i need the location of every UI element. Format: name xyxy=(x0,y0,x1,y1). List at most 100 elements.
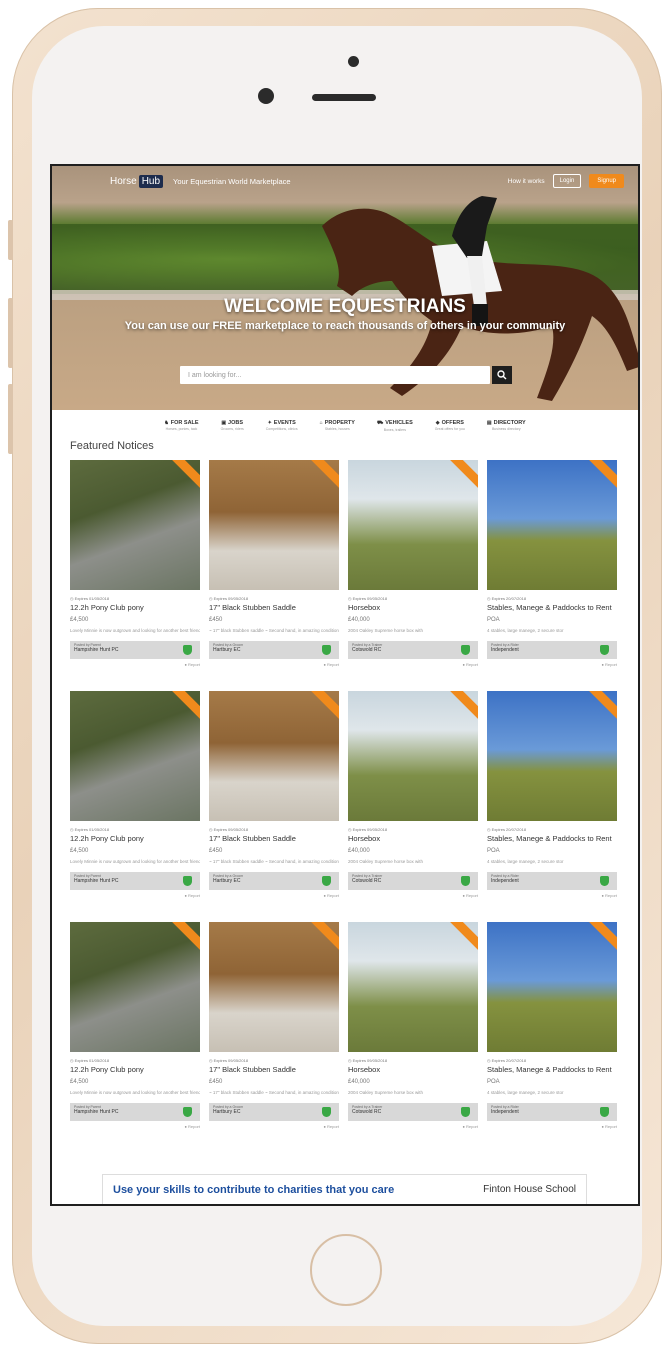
poster-info: Posted by a Trainer Cotswold RC xyxy=(348,641,478,659)
site-tagline: Your Equestrian World Marketplace xyxy=(173,176,291,186)
poster-info: Posted by a Trainer Cotswold RC xyxy=(348,872,478,890)
notice-price: POA xyxy=(487,848,500,854)
hero-subtitle: You can use our FREE marketplace to reac… xyxy=(124,320,566,332)
report-link[interactable]: ● Report xyxy=(209,662,339,667)
report-link[interactable]: ● Report xyxy=(348,893,478,898)
notice-title[interactable]: Stables, Manege & Paddocks to Rent xyxy=(487,1065,617,1074)
category-offers[interactable]: ◆ OFFERS Great offers for you xyxy=(435,420,465,432)
search-button[interactable] xyxy=(492,366,512,384)
verified-shield-icon xyxy=(600,876,609,886)
category-subtitle: Boxes, trailers xyxy=(383,428,406,432)
notice-image[interactable] xyxy=(70,691,200,821)
category-subtitle: Great offers for you xyxy=(434,427,465,431)
notice-image[interactable] xyxy=(487,922,617,1052)
site-logo[interactable]: Horse Hub xyxy=(110,174,164,188)
notice-card[interactable]: ◷ Expires 09/05/2018 Horsebox £40,000 2004 … xyxy=(348,460,478,667)
notice-card[interactable]: ◷ Expires 09/05/2018 Horsebox £40,000 2004 … xyxy=(348,691,478,898)
login-button[interactable]: Login xyxy=(552,174,582,188)
notice-title[interactable]: 17" Black Stubben Saddle xyxy=(209,1065,339,1074)
notice-title[interactable]: 17" Black Stubben Saddle xyxy=(209,603,339,612)
notice-expiry: ◷ Expires 20/07/2018 xyxy=(487,1058,527,1063)
notice-card[interactable]: ◷ Expires 20/07/2018 Stables, Manege & Pa… xyxy=(487,460,617,667)
notice-card[interactable]: ◷ Expires 09/05/2018 17" Black Stubben Sa… xyxy=(209,460,339,667)
notice-description: Lovely Minnie is now outgrown and lookin… xyxy=(70,859,200,864)
proximity-sensor xyxy=(348,56,359,67)
report-link[interactable]: ● Report xyxy=(70,1124,200,1129)
notice-expiry: ◷ Expires 09/05/2018 xyxy=(209,827,249,832)
notice-card[interactable]: ◷ Expires 20/07/2018 Stables, Manege & Pa… xyxy=(487,922,617,1129)
category-property[interactable]: ⌂ PROPERTY Stables, houses xyxy=(320,420,355,432)
report-link[interactable]: ● Report xyxy=(70,662,200,667)
notice-image[interactable] xyxy=(70,460,200,590)
report-link[interactable]: ● Report xyxy=(487,662,617,667)
verified-shield-icon xyxy=(183,876,192,886)
report-link[interactable]: ● Report xyxy=(487,893,617,898)
notice-card[interactable]: ◷ Expires 01/05/2018 12.2h Pony Club pony… xyxy=(70,691,200,898)
notice-image[interactable] xyxy=(487,691,617,821)
featured-ribbon xyxy=(307,691,339,723)
poster-info: Posted by a Groom Hartbury EC xyxy=(209,1103,339,1121)
report-link[interactable]: ● Report xyxy=(487,1124,617,1129)
category-label: ♞ FOR SALE xyxy=(164,420,199,426)
report-link[interactable]: ● Report xyxy=(348,662,478,667)
category-for-sale[interactable]: ♞ FOR SALE Horses, ponies, tack xyxy=(164,420,198,432)
notice-image[interactable] xyxy=(348,691,478,821)
notice-description: 2004 Oakley Supreme horse box with xyxy=(348,1090,424,1095)
front-camera xyxy=(258,88,274,104)
featured-ribbon xyxy=(585,922,617,954)
poster-info: Posted by Parent Hampshire Hunt PC xyxy=(70,641,200,659)
notice-title[interactable]: Horsebox xyxy=(348,1065,478,1074)
report-link[interactable]: ● Report xyxy=(70,893,200,898)
report-link[interactable]: ● Report xyxy=(209,893,339,898)
notice-card[interactable]: ◷ Expires 09/05/2018 17" Black Stubben Sa… xyxy=(209,922,339,1129)
category-directory[interactable]: ▤ DIRECTORY Business directory xyxy=(487,420,526,432)
notice-card[interactable]: ◷ Expires 09/05/2018 17" Black Stubben Sa… xyxy=(209,691,339,898)
top-nav: Horse Hub Your Equestrian World Marketpla… xyxy=(52,166,638,196)
notice-title[interactable]: Stables, Manege & Paddocks to Rent xyxy=(487,603,617,612)
poster-club: Hampshire Hunt PC xyxy=(74,878,119,884)
notice-price: £4,500 xyxy=(70,617,89,623)
notice-title[interactable]: Horsebox xyxy=(348,834,478,843)
notice-description: Lovely Minnie is now outgrown and lookin… xyxy=(70,1090,200,1095)
notice-title[interactable]: 12.2h Pony Club pony xyxy=(70,834,200,843)
home-button[interactable] xyxy=(310,1234,382,1306)
banner-sponsor: Finton House School xyxy=(483,1184,576,1195)
how-it-works-link[interactable]: How it works xyxy=(508,178,545,185)
notice-image[interactable] xyxy=(70,922,200,1052)
notice-expiry: ◷ Expires 20/07/2018 xyxy=(487,827,527,832)
notice-title[interactable]: 12.2h Pony Club pony xyxy=(70,603,200,612)
category-vehicles[interactable]: ⛟ VEHICLES Boxes, trailers xyxy=(377,420,413,432)
notice-card[interactable]: ◷ Expires 01/05/2018 12.2h Pony Club pony… xyxy=(70,460,200,667)
category-jobs[interactable]: ▣ JOBS Grooms, riders xyxy=(221,420,244,432)
report-link[interactable]: ● Report xyxy=(209,1124,339,1129)
notice-title[interactable]: Horsebox xyxy=(348,603,478,612)
notice-image[interactable] xyxy=(209,691,339,821)
category-subtitle: Business directory xyxy=(491,427,521,431)
notice-card[interactable]: ◷ Expires 20/07/2018 Stables, Manege & Pa… xyxy=(487,691,617,898)
notice-title[interactable]: 17" Black Stubben Saddle xyxy=(209,834,339,843)
verified-shield-icon xyxy=(461,1107,470,1117)
notice-card[interactable]: ◷ Expires 09/05/2018 Horsebox £40,000 2004 … xyxy=(348,922,478,1129)
mute-switch xyxy=(8,220,13,260)
calendar-icon: ✦ xyxy=(267,420,272,426)
featured-ribbon xyxy=(585,460,617,492)
notice-image[interactable] xyxy=(348,460,478,590)
notice-image[interactable] xyxy=(487,460,617,590)
notice-card[interactable]: ◷ Expires 01/05/2018 12.2h Pony Club pony… xyxy=(70,922,200,1129)
notice-title[interactable]: Stables, Manege & Paddocks to Rent xyxy=(487,834,617,843)
report-link[interactable]: ● Report xyxy=(348,1124,478,1129)
notice-image[interactable] xyxy=(348,922,478,1052)
poster-club: Hartbury EC xyxy=(213,1109,241,1115)
category-events[interactable]: ✦ EVENTS Competitions, clinics xyxy=(266,420,298,432)
category-label: ⌂ PROPERTY xyxy=(319,420,355,426)
notice-image[interactable] xyxy=(209,922,339,1052)
search-input[interactable]: I am looking for... xyxy=(180,366,490,384)
notice-title[interactable]: 12.2h Pony Club pony xyxy=(70,1065,200,1074)
poster-info: Posted by Parent Hampshire Hunt PC xyxy=(70,872,200,890)
signup-button[interactable]: Signup xyxy=(589,174,624,188)
verified-shield-icon xyxy=(183,645,192,655)
banner-message: Use your skills to contribute to chariti… xyxy=(113,1183,395,1196)
section-title: Featured Notices xyxy=(70,440,154,452)
notice-image[interactable] xyxy=(209,460,339,590)
charity-banner[interactable]: Use your skills to contribute to chariti… xyxy=(102,1174,587,1204)
